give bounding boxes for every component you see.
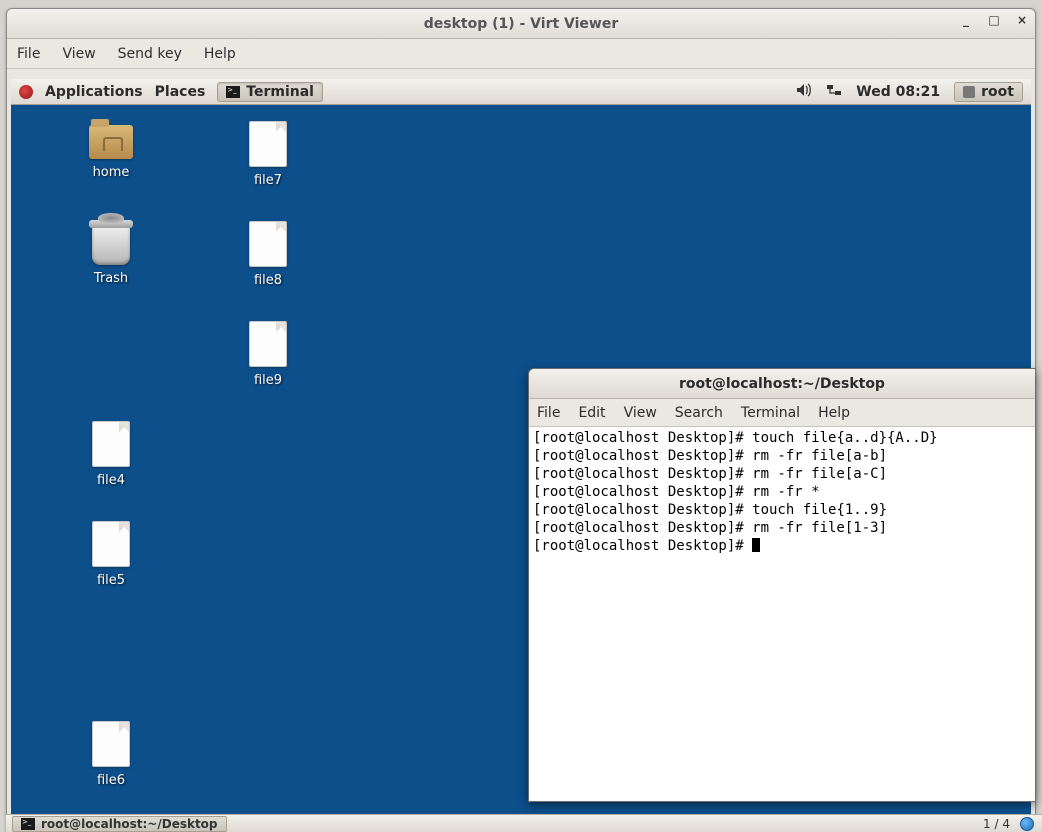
panel-clock[interactable]: Wed 08:21 — [856, 84, 940, 100]
distro-logo-icon — [19, 85, 33, 99]
virt-menubar: File View Send key Help — [7, 39, 1035, 69]
workspace-switcher-icon[interactable] — [1020, 817, 1034, 831]
terminal-icon — [21, 818, 35, 830]
desktop-icon-label: file4 — [97, 473, 125, 488]
desktop-icon-trash[interactable]: Trash — [66, 225, 156, 286]
desktop-icon-label: file5 — [97, 573, 125, 588]
terminal-menu-terminal[interactable]: Terminal — [741, 405, 800, 421]
desktop-icon-file5[interactable]: file5 — [66, 521, 156, 588]
file-icon — [92, 721, 130, 767]
gnome-top-panel: Applications Places Terminal Wed 08:21 r… — [11, 79, 1031, 105]
desktop-icon-file4[interactable]: file4 — [66, 421, 156, 488]
panel-user-menu[interactable]: root — [954, 82, 1023, 102]
panel-right: Wed 08:21 root — [796, 82, 1023, 102]
terminal-body[interactable]: [root@localhost Desktop]# touch file{a..… — [529, 427, 1035, 801]
desktop-icon-label: file6 — [97, 773, 125, 788]
desktop-icon-file9[interactable]: file9 — [223, 321, 313, 388]
desktop-icon-label: file7 — [254, 173, 282, 188]
file-icon — [92, 421, 130, 467]
desktop-icon-label: home — [93, 165, 130, 180]
desktop-icon-file6[interactable]: file6 — [66, 721, 156, 788]
virt-menu-view[interactable]: View — [62, 46, 95, 62]
file-icon — [249, 121, 287, 167]
window-controls: _ □ × — [959, 13, 1029, 27]
desktop-icon-home[interactable]: home — [66, 125, 156, 180]
virt-titlebar[interactable]: desktop (1) - Virt Viewer _ □ × — [7, 9, 1035, 39]
panel-user-label: root — [981, 84, 1014, 100]
host-task-terminal[interactable]: root@localhost:~/Desktop — [12, 816, 227, 832]
file-icon — [249, 221, 287, 267]
terminal-menu-file[interactable]: File — [537, 405, 560, 421]
file-icon — [249, 321, 287, 367]
terminal-menu-search[interactable]: Search — [675, 405, 723, 421]
terminal-icon — [226, 86, 240, 98]
workspace-indicator-text: 1 / 4 — [983, 817, 1010, 831]
close-button[interactable]: × — [1015, 13, 1029, 27]
desktop-icon-label: file9 — [254, 373, 282, 388]
network-icon[interactable] — [826, 83, 842, 101]
virt-title: desktop (1) - Virt Viewer — [424, 16, 619, 32]
minimize-button[interactable]: _ — [959, 13, 973, 27]
terminal-menu-help[interactable]: Help — [818, 405, 850, 421]
terminal-titlebar[interactable]: root@localhost:~/Desktop — [529, 369, 1035, 399]
maximize-button[interactable]: □ — [987, 13, 1001, 27]
terminal-menu-edit[interactable]: Edit — [578, 405, 605, 421]
vm-display: Applications Places Terminal Wed 08:21 r… — [11, 79, 1031, 827]
file-icon — [92, 521, 130, 567]
terminal-menu-view[interactable]: View — [624, 405, 657, 421]
terminal-title: root@localhost:~/Desktop — [679, 376, 885, 392]
panel-task-terminal-label: Terminal — [246, 84, 314, 100]
user-icon — [963, 86, 975, 98]
desktop-icon-label: file8 — [254, 273, 282, 288]
terminal-menubar: File Edit View Search Terminal Help — [529, 399, 1035, 427]
host-taskbar-right: 1 / 4 — [983, 817, 1042, 831]
desktop-icon-file7[interactable]: file7 — [223, 121, 313, 188]
desktop-icon-label: Trash — [94, 271, 128, 286]
desktop-icon-file8[interactable]: file8 — [223, 221, 313, 288]
vm-desktop[interactable]: home Trash file7 file8 file9 file4 — [11, 105, 1031, 827]
panel-task-terminal[interactable]: Terminal — [217, 82, 323, 102]
volume-icon[interactable] — [796, 83, 812, 101]
host-task-label: root@localhost:~/Desktop — [41, 817, 218, 831]
folder-icon — [89, 125, 133, 159]
host-taskbar: root@localhost:~/Desktop 1 / 4 — [6, 814, 1042, 832]
virt-menu-help[interactable]: Help — [204, 46, 236, 62]
virt-menu-sendkey[interactable]: Send key — [118, 46, 182, 62]
trash-icon — [92, 225, 130, 265]
panel-left: Applications Places Terminal — [19, 82, 323, 102]
virt-menu-file[interactable]: File — [17, 46, 40, 62]
terminal-window[interactable]: root@localhost:~/Desktop File Edit View … — [528, 368, 1036, 802]
panel-places-menu[interactable]: Places — [155, 84, 206, 100]
terminal-cursor — [752, 538, 760, 552]
virt-viewer-window: desktop (1) - Virt Viewer _ □ × File Vie… — [6, 8, 1036, 832]
panel-applications-menu[interactable]: Applications — [45, 84, 143, 100]
